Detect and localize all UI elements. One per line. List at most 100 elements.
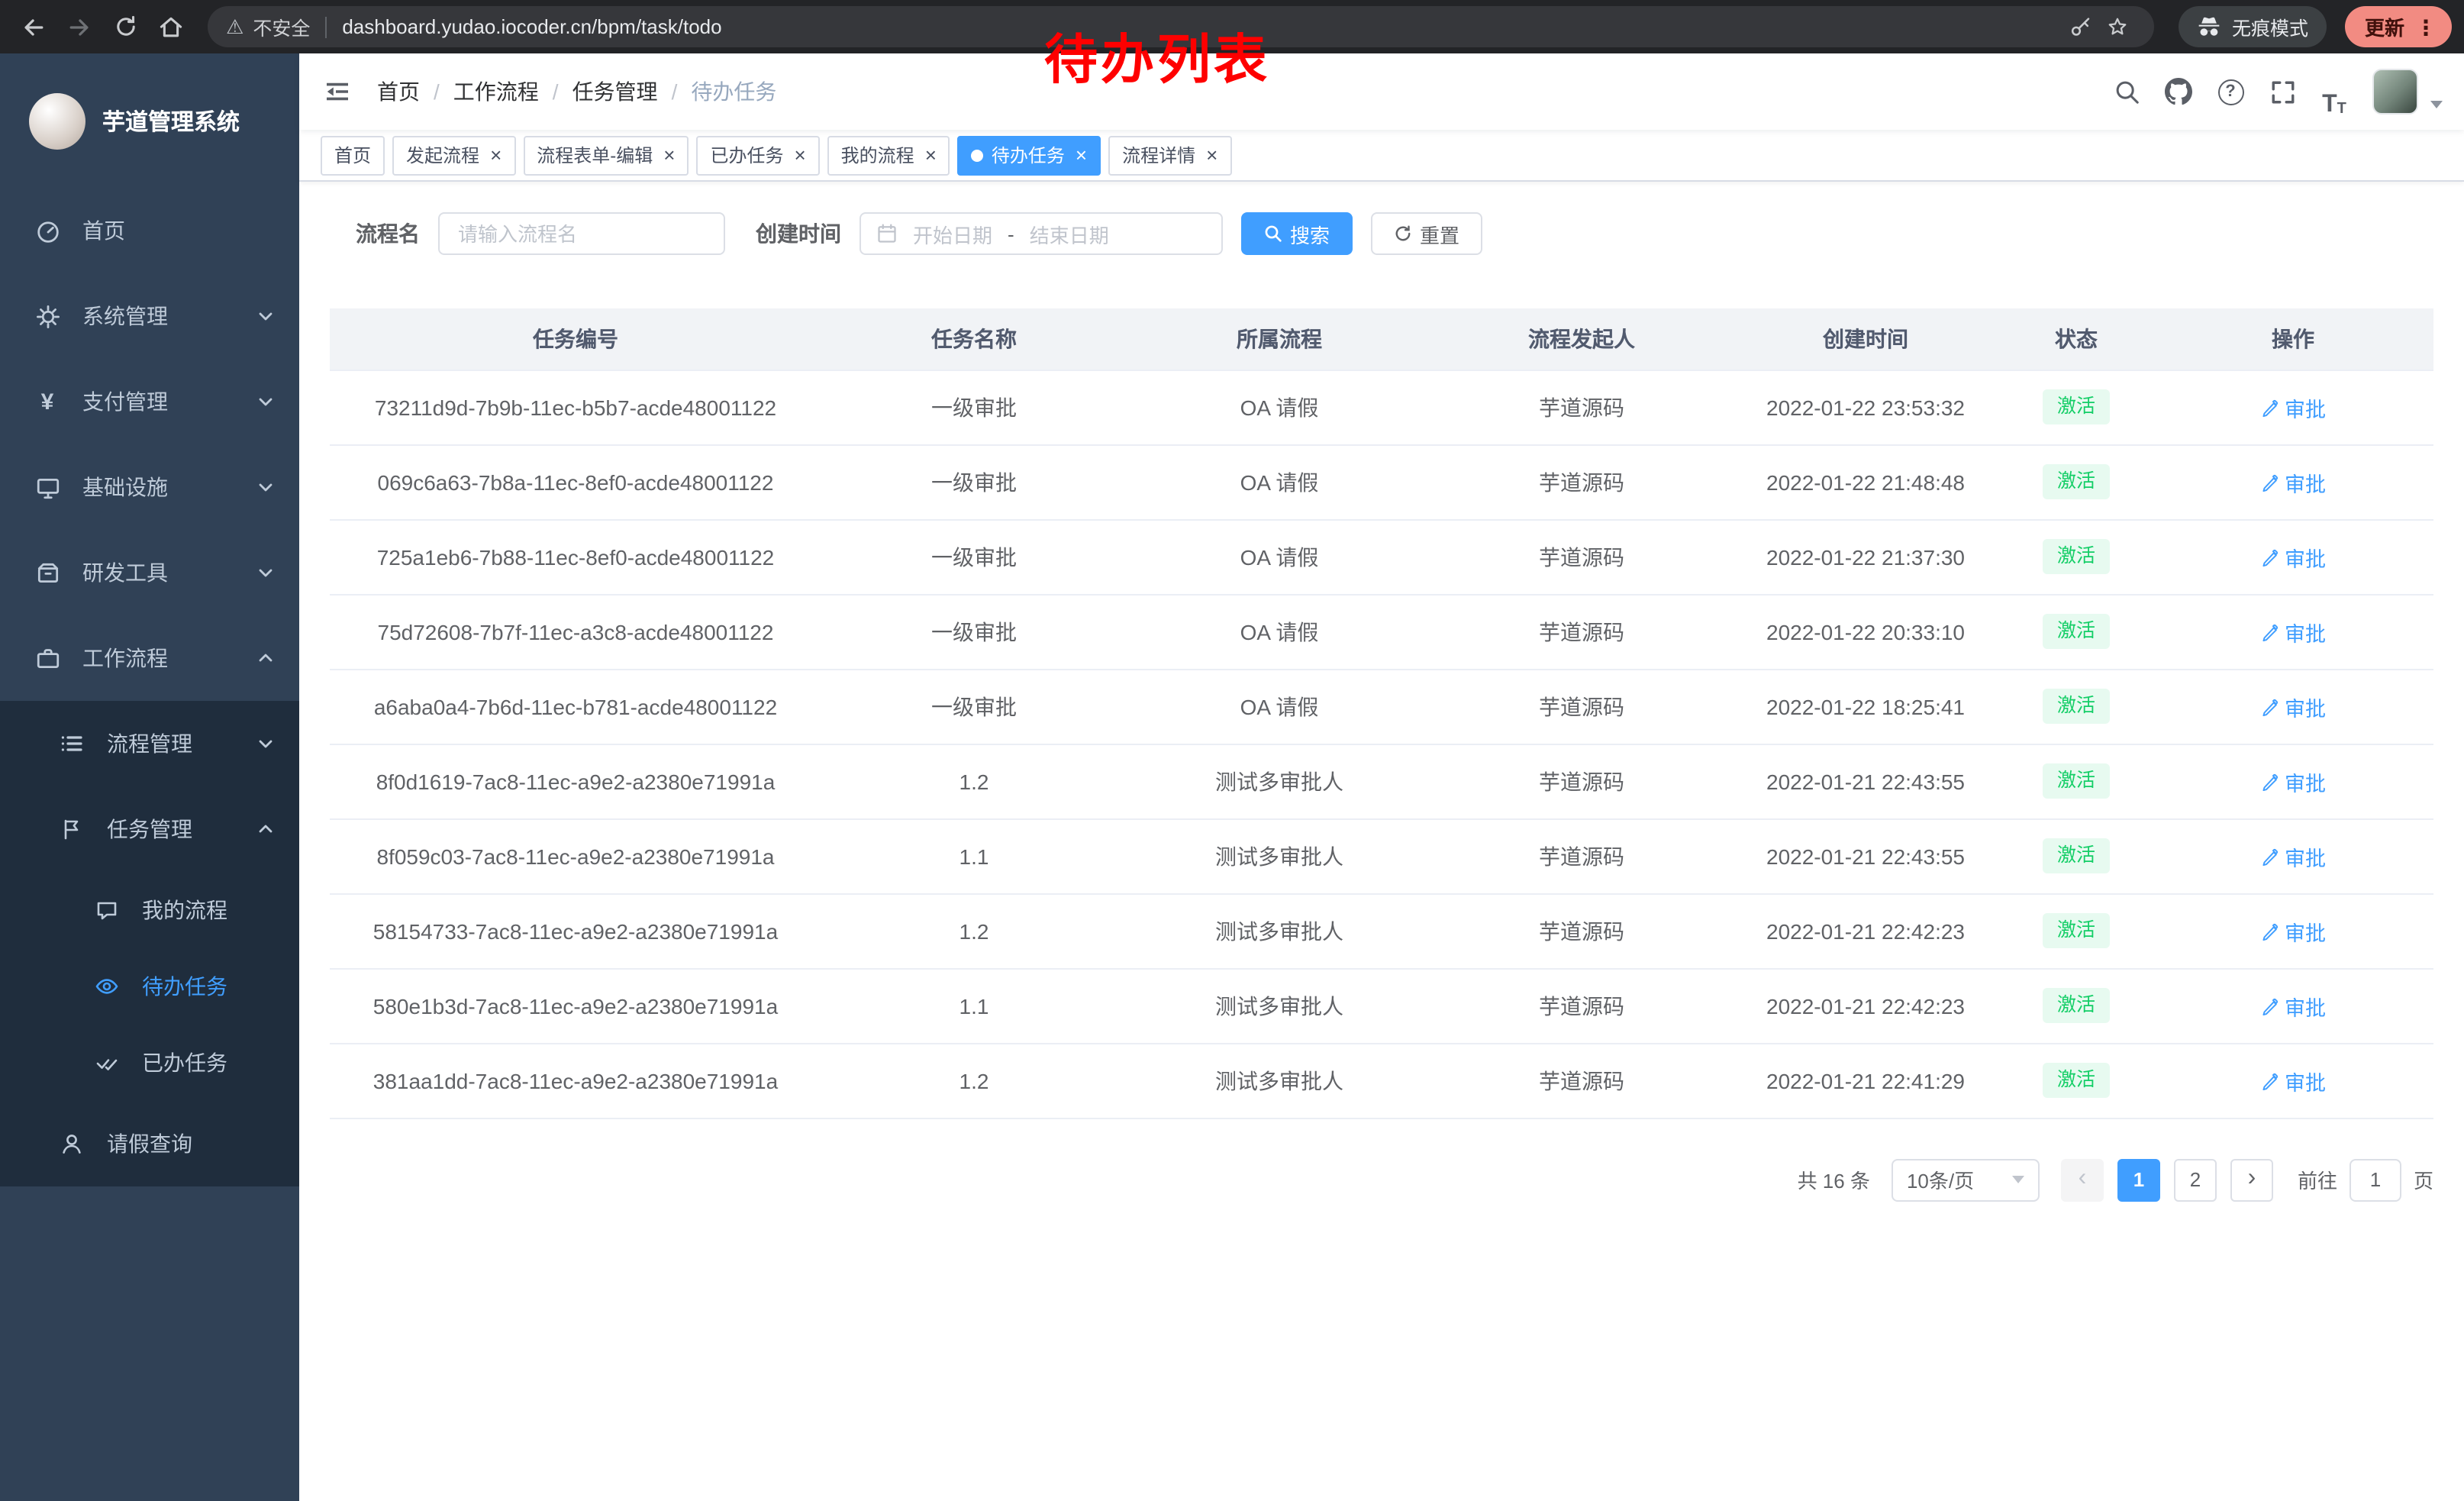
breadcrumb-current: 待办任务 <box>691 76 776 107</box>
process-name-input[interactable] <box>438 212 725 255</box>
sidebar-item-process-management[interactable]: 流程管理 <box>0 701 299 786</box>
tab-start-process[interactable]: 发起流程× <box>392 135 515 175</box>
sidebar-item-label: 任务管理 <box>107 814 192 844</box>
col-status: 状态 <box>2000 308 2153 370</box>
sidebar-item-task-management[interactable]: 任务管理 <box>0 786 299 872</box>
approve-link[interactable]: 审批 <box>2260 691 2326 721</box>
tab-home[interactable]: 首页 <box>321 135 385 175</box>
task-name-cell: 1.2 <box>821 1043 1127 1118</box>
approve-link[interactable]: 审批 <box>2260 392 2326 422</box>
created-cell: 2022-01-21 22:41:29 <box>1731 1043 2000 1118</box>
approve-link[interactable]: 审批 <box>2260 766 2326 796</box>
approve-link[interactable]: 审批 <box>2260 466 2326 497</box>
tab-todo-task[interactable]: 待办任务× <box>958 135 1101 175</box>
filter-bar: 流程名 创建时间 开始日期 - 结束日期 搜索 <box>330 212 2433 255</box>
table-row: 8f0d1619-7ac8-11ec-a9e2-a2380e71991a 1.2… <box>330 744 2433 818</box>
created-cell: 2022-01-22 20:33:10 <box>1731 594 2000 669</box>
start-date-placeholder: 开始日期 <box>913 219 992 248</box>
toolbox-icon <box>32 560 63 586</box>
approve-link-label: 审批 <box>2285 392 2326 422</box>
action-cell: 审批 <box>2153 968 2433 1043</box>
close-icon[interactable]: × <box>663 145 675 165</box>
pagination: 共 16 条 10条/页 ‹ 1 2 › 前往 页 <box>330 1158 2433 1201</box>
breadcrumb-home[interactable]: 首页 <box>377 76 420 107</box>
approve-link[interactable]: 审批 <box>2260 990 2326 1021</box>
update-button[interactable]: 更新 ⋮ <box>2345 6 2452 47</box>
status-badge: 激活 <box>2043 913 2109 949</box>
total-count: 共 16 条 <box>1798 1165 1870 1194</box>
approve-link[interactable]: 审批 <box>2260 915 2326 946</box>
sidebar-item-leave-query[interactable]: 请假查询 <box>0 1101 299 1186</box>
sidebar-item-done-task[interactable]: 已办任务 <box>0 1025 299 1101</box>
tab-process-detail[interactable]: 流程详情× <box>1108 135 1231 175</box>
back-icon[interactable] <box>12 5 55 48</box>
tab-done-task[interactable]: 已办任务× <box>696 135 819 175</box>
approve-link-label: 审批 <box>2285 915 2326 946</box>
page-button-2[interactable]: 2 <box>2174 1158 2217 1201</box>
close-icon[interactable]: × <box>1206 145 1217 165</box>
reload-icon[interactable] <box>104 5 147 48</box>
github-icon[interactable] <box>2153 66 2204 118</box>
font-size-icon[interactable]: TT <box>2308 66 2360 118</box>
edit-pencil-icon <box>2260 398 2279 416</box>
page-button-1[interactable]: 1 <box>2117 1158 2160 1201</box>
range-separator: - <box>1008 222 1014 245</box>
sidebar: 芋道管理系统 首页 系统管理 ¥ 支付管理 <box>0 53 299 1501</box>
edit-pencil-icon <box>2260 847 2279 865</box>
close-icon[interactable]: × <box>794 145 805 165</box>
approve-link[interactable]: 审批 <box>2260 1065 2326 1096</box>
fullscreen-icon[interactable] <box>2256 66 2308 118</box>
site-security-chip[interactable]: ⚠ 不安全 <box>226 12 310 41</box>
check-circle-icon <box>92 1051 122 1075</box>
close-icon[interactable]: × <box>1076 145 1087 165</box>
next-page-button[interactable]: › <box>2230 1158 2273 1201</box>
sidebar-item-label: 首页 <box>82 215 125 246</box>
forward-icon[interactable] <box>58 5 101 48</box>
page-size-select[interactable]: 10条/页 <box>1892 1158 2040 1201</box>
goto-label: 前往 <box>2298 1165 2337 1194</box>
created-cell: 2022-01-21 22:43:55 <box>1731 744 2000 818</box>
task-name-cell: 一级审批 <box>821 594 1127 669</box>
close-icon[interactable]: × <box>490 145 502 165</box>
sidebar-collapse-icon[interactable] <box>322 76 353 107</box>
password-key-icon[interactable] <box>2062 8 2099 45</box>
status-badge: 激活 <box>2043 389 2109 425</box>
sidebar-item-todo-task[interactable]: 待办任务 <box>0 948 299 1025</box>
bookmark-star-icon[interactable] <box>2099 8 2136 45</box>
approve-link[interactable]: 审批 <box>2260 616 2326 647</box>
sidebar-item-my-process[interactable]: 我的流程 <box>0 872 299 948</box>
sidebar-item-workflow[interactable]: 工作流程 <box>0 615 299 701</box>
user-avatar[interactable] <box>2372 69 2418 115</box>
avatar-dropdown-caret[interactable] <box>2430 100 2443 108</box>
initiator-cell: 芋道源码 <box>1432 370 1731 444</box>
initiator-cell: 芋道源码 <box>1432 594 1731 669</box>
task-id-cell: 580e1b3d-7ac8-11ec-a9e2-a2380e71991a <box>330 968 821 1043</box>
approve-link[interactable]: 审批 <box>2260 541 2326 572</box>
sidebar-item-label: 工作流程 <box>82 643 168 673</box>
prev-page-button[interactable]: ‹ <box>2061 1158 2104 1201</box>
tab-form-edit[interactable]: 流程表单-编辑× <box>523 135 689 175</box>
edit-pencil-icon <box>2260 697 2279 715</box>
breadcrumb-separator: / <box>434 79 440 104</box>
search-button[interactable]: 搜索 <box>1241 212 1353 255</box>
home-icon[interactable] <box>150 5 192 48</box>
sidebar-item-system[interactable]: 系统管理 <box>0 273 299 359</box>
menu-dots-icon[interactable]: ⋮ <box>2415 16 2437 37</box>
search-icon[interactable] <box>2101 66 2153 118</box>
sidebar-item-devtools[interactable]: 研发工具 <box>0 530 299 615</box>
approve-link[interactable]: 审批 <box>2260 841 2326 871</box>
sidebar-item-infrastructure[interactable]: 基础设施 <box>0 444 299 530</box>
reset-button[interactable]: 重置 <box>1371 212 1482 255</box>
sidebar-item-payment[interactable]: ¥ 支付管理 <box>0 359 299 444</box>
goto-page-input[interactable] <box>2350 1158 2401 1201</box>
list-icon <box>56 731 87 756</box>
chevron-down-icon <box>256 392 275 411</box>
help-icon[interactable]: ? <box>2204 66 2256 118</box>
status-badge: 激活 <box>2043 689 2109 725</box>
gear-icon <box>32 303 63 329</box>
tab-my-process[interactable]: 我的流程× <box>827 135 950 175</box>
process-cell: 测试多审批人 <box>1127 968 1432 1043</box>
sidebar-item-home[interactable]: 首页 <box>0 188 299 273</box>
close-icon[interactable]: × <box>925 145 937 165</box>
date-range-picker[interactable]: 开始日期 - 结束日期 <box>859 212 1223 255</box>
